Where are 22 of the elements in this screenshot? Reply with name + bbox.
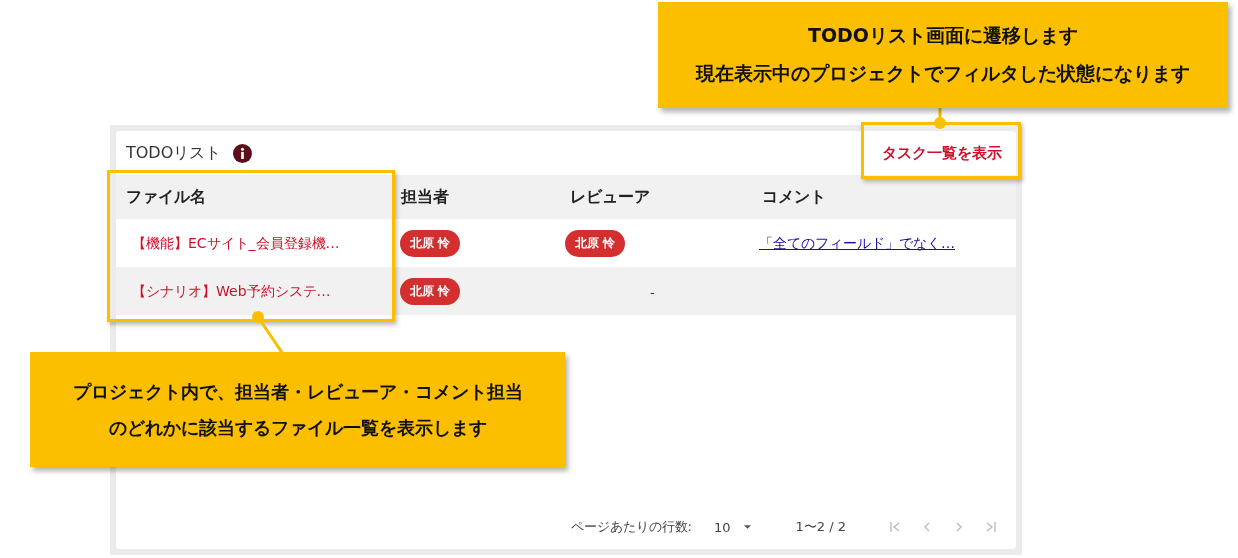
rows-per-page-select[interactable]: 10 xyxy=(714,519,752,535)
empty-reviewer: - xyxy=(650,284,655,300)
caret-icon xyxy=(742,524,752,530)
show-tasks-link[interactable]: タスク一覧を表示 xyxy=(882,143,1002,163)
reviewer-badge: 北原 怜 xyxy=(565,229,626,257)
callout-text: プロジェクト内で、担当者・レビューア・コメント担当 xyxy=(71,379,524,404)
comment-link[interactable]: 「全てのフィールド」でなく… xyxy=(759,235,955,251)
column-header: 担当者 xyxy=(399,186,450,208)
column-header: コメント xyxy=(761,186,827,208)
assignee-badge: 北原 怜 xyxy=(400,229,461,257)
info-icon[interactable] xyxy=(233,143,253,163)
callout-text: のどれかに該当するファイル一覧を表示します xyxy=(107,415,488,440)
rows-per-page-label: ページあたりの行数: xyxy=(570,518,692,536)
column-header: レビューア xyxy=(569,186,651,208)
file-link[interactable]: 【機能】ECサイト_会員登録機… xyxy=(126,235,340,251)
assignee-badge: 北原 怜 xyxy=(400,277,461,305)
callout-text: TODOリスト画面に遷移します xyxy=(806,23,1079,48)
column-header: ファイル名 xyxy=(125,186,207,208)
callout-text: 現在表示中のプロジェクトでフィルタした状態になります xyxy=(694,61,1191,86)
page-range: 1〜2 / 2 xyxy=(795,518,846,536)
panel-title: TODOリスト xyxy=(126,142,222,164)
file-link[interactable]: 【シナリオ】Web予約システ… xyxy=(126,283,331,299)
